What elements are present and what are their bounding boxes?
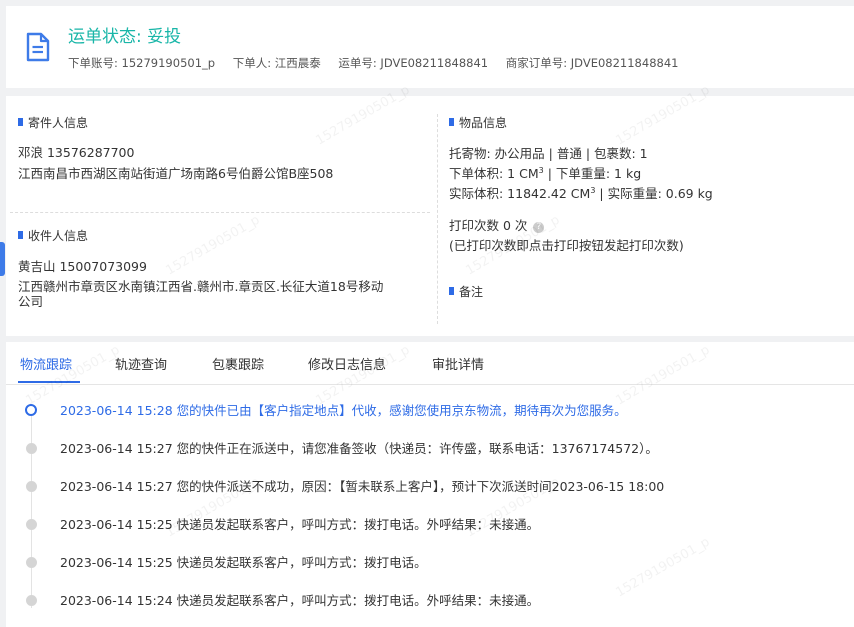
waybill-number: 运单号: JDVE08211848841 [338, 56, 489, 70]
section-divider [10, 212, 430, 213]
timeline-text: 2023-06-14 15:24 快递员发起联系客户，呼叫方式：拨打电话。外呼结… [60, 593, 540, 608]
tab-package-tracking[interactable]: 包裹跟踪 [212, 354, 264, 373]
sender-address: 江西南昌市西湖区南站街道广场南路6号伯爵公馆B座508 [18, 166, 334, 181]
timeline-item: 2023-06-14 15:25 快递员发起联系客户，呼叫方式：拨打电话。外呼结… [6, 511, 854, 541]
order-placer: 下单人: 江西晨泰 [232, 56, 321, 70]
side-expand-tab[interactable] [0, 242, 5, 276]
timeline-item: 2023-06-14 15:27 您的快件正在派送中，请您准备签收（快递员：许传… [6, 435, 854, 465]
help-icon[interactable]: ? [533, 222, 545, 233]
sender-section-title: 寄件人信息 [18, 114, 88, 131]
waybill-status: 运单状态: 妥投 [68, 27, 182, 47]
tab-route-query[interactable]: 轨迹查询 [115, 354, 167, 373]
timeline-text: 2023-06-14 15:25 快递员发起联系客户，呼叫方式：拨打电话。 [60, 555, 427, 570]
timeline-item: 2023-06-14 15:25 快递员发起联系客户，呼叫方式：拨打电话。 [6, 549, 854, 579]
timeline-item: 2023-06-14 15:24 快递员发起联系客户，呼叫方式：拨打电话。外呼结… [6, 587, 854, 617]
print-count: 打印次数 0 次? [449, 215, 545, 234]
timeline-dot [26, 443, 37, 454]
tab-change-log[interactable]: 修改日志信息 [308, 354, 386, 373]
goods-line-2: 下单体积: 1 CM3 | 下单重量: 1 kg [449, 165, 642, 181]
print-count-hint: (已打印次数即点击打印按钮发起打印次数) [449, 238, 684, 253]
document-icon [26, 32, 50, 62]
receiver-section-title: 收件人信息 [18, 227, 88, 244]
timeline-text: 2023-06-14 15:28 您的快件已由【客户指定地点】代收，感谢您使用京… [60, 403, 627, 418]
timeline-text: 2023-06-14 15:27 您的快件派送不成功，原因：【暂未联系上客户】，… [60, 479, 665, 494]
receiver-address-line2: 公司 [18, 294, 44, 309]
order-account: 下单账号: 15279190501_p [68, 56, 216, 70]
merchant-order-number: 商家订单号: JDVE08211848841 [505, 56, 679, 70]
timeline-item: 2023-06-14 15:28 您的快件已由【客户指定地点】代收，感谢您使用京… [6, 397, 854, 427]
column-divider [437, 114, 438, 324]
timeline-dot [26, 481, 37, 492]
receiver-address-line1: 江西赣州市章贡区水南镇江西省.赣州市.章贡区.长征大道18号移动 [18, 279, 384, 294]
timeline-text: 2023-06-14 15:27 您的快件正在派送中，请您准备签收（快递员：许传… [60, 441, 658, 456]
timeline-dot [26, 557, 37, 568]
remark-section-title: 备注 [449, 283, 483, 300]
goods-line-3: 实际体积: 11842.42 CM3 | 实际重量: 0.69 kg [449, 185, 713, 201]
timeline-dot [26, 519, 37, 530]
shipment-info-panel: 寄件人信息 邓浪 13576287700 江西南昌市西湖区南站街道广场南路6号伯… [6, 96, 854, 336]
goods-section-title: 物品信息 [449, 114, 507, 131]
tracking-panel: 物流跟踪 轨迹查询 包裹跟踪 修改日志信息 审批详情 2023-06-14 15… [6, 342, 854, 627]
receiver-name-phone: 黄吉山 15007073099 [18, 259, 147, 274]
waybill-header: 运单状态: 妥投 下单账号: 15279190501_p 下单人: 江西晨泰 运… [6, 6, 854, 88]
tracking-tabs: 物流跟踪 轨迹查询 包裹跟踪 修改日志信息 审批详情 [6, 342, 854, 385]
tab-approval-details[interactable]: 审批详情 [432, 354, 484, 373]
order-meta: 下单账号: 15279190501_p 下单人: 江西晨泰 运单号: JDVE0… [68, 55, 692, 71]
tab-logistics-tracking[interactable]: 物流跟踪 [20, 354, 72, 373]
timeline-item: 2023-06-14 15:27 您的快件派送不成功，原因：【暂未联系上客户】，… [6, 473, 854, 503]
timeline-dot [26, 595, 37, 606]
active-tab-indicator [18, 381, 80, 383]
goods-line-1: 托寄物: 办公用品 | 普通 | 包裹数: 1 [449, 146, 648, 161]
timeline-dot-current [25, 404, 37, 416]
timeline-text: 2023-06-14 15:25 快递员发起联系客户，呼叫方式：拨打电话。外呼结… [60, 517, 540, 532]
sender-name-phone: 邓浪 13576287700 [18, 145, 135, 160]
